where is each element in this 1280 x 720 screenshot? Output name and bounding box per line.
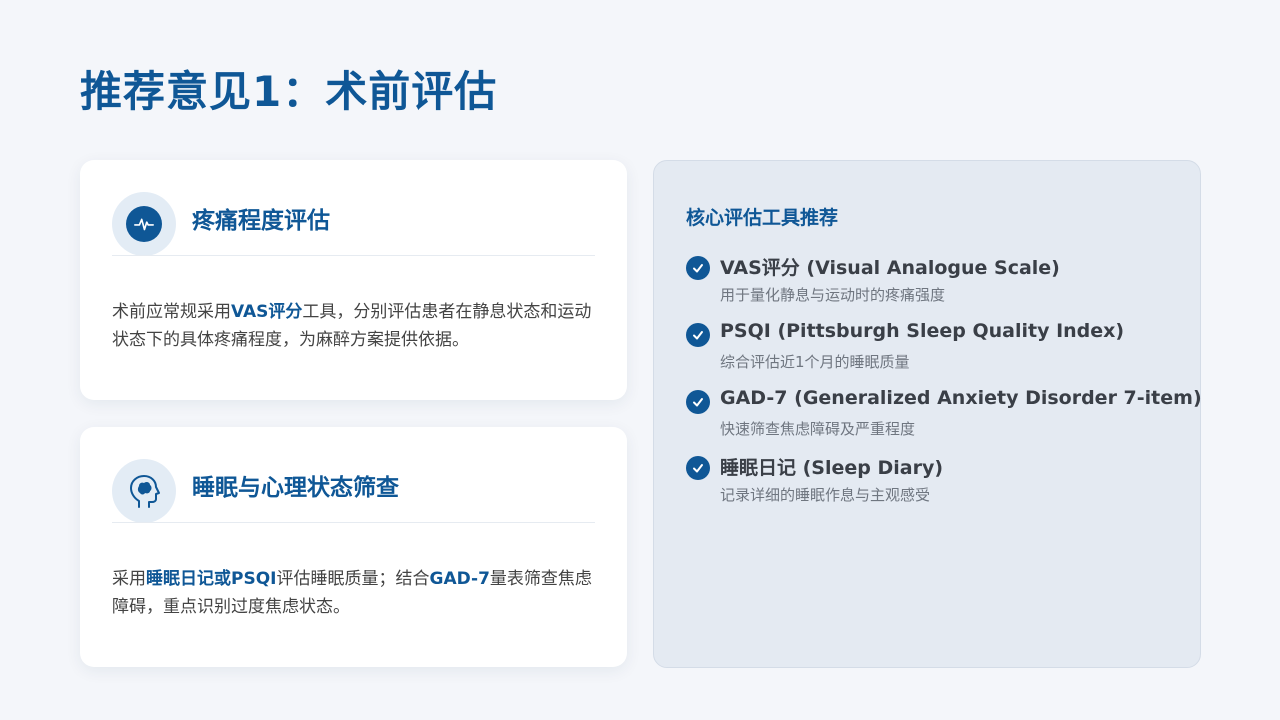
highlight-text: VAS评分 bbox=[231, 302, 303, 322]
card-divider bbox=[112, 522, 595, 523]
tool-desc: 记录详细的睡眠作息与主观感受 bbox=[720, 486, 931, 504]
card-title: 睡眠与心理状态筛查 bbox=[192, 475, 399, 501]
tool-desc: 用于量化静息与运动时的疼痛强度 bbox=[720, 286, 946, 304]
core-tools-panel: 核心评估工具推荐 VAS评分 (Visual Analogue Scale) 用… bbox=[653, 160, 1202, 668]
sleep-psych-screening-card: 睡眠与心理状态筛查 采用睡眠日记或PSQI评估睡眠质量；结合GAD-7量表筛查焦… bbox=[80, 427, 627, 667]
highlight-text: 睡眠日记或PSQI bbox=[146, 569, 277, 589]
pain-assessment-card: 疼痛程度评估 术前应常规采用VAS评分工具，分别评估患者在静息状态和运动状态下的… bbox=[80, 160, 627, 400]
card-title: 疼痛程度评估 bbox=[192, 208, 330, 234]
check-icon bbox=[686, 390, 710, 414]
heartbeat-icon bbox=[112, 192, 176, 256]
panel-title: 核心评估工具推荐 bbox=[686, 207, 839, 229]
check-icon bbox=[686, 456, 710, 480]
tool-name: 睡眠日记 (Sleep Diary) bbox=[720, 457, 944, 479]
highlight-text: GAD-7 bbox=[429, 569, 490, 589]
page-title: 推荐意见1：术前评估 bbox=[80, 67, 498, 116]
card-body: 采用睡眠日记或PSQI评估睡眠质量；结合GAD-7量表筛查焦虑障碍，重点识别过度… bbox=[112, 569, 592, 617]
tool-name: GAD-7 (Generalized Anxiety Disorder 7-it… bbox=[720, 387, 1202, 409]
card-divider bbox=[112, 255, 595, 256]
check-icon bbox=[686, 256, 710, 280]
tool-name: VAS评分 (Visual Analogue Scale) bbox=[720, 257, 1060, 279]
tool-name: PSQI (Pittsburgh Sleep Quality Index) bbox=[720, 320, 1125, 342]
head-brain-icon bbox=[112, 459, 176, 523]
card-body: 术前应常规采用VAS评分工具，分别评估患者在静息状态和运动状态下的具体疼痛程度，… bbox=[112, 302, 592, 350]
tool-desc: 综合评估近1个月的睡眠质量 bbox=[720, 353, 910, 371]
tool-desc: 快速筛查焦虑障碍及严重程度 bbox=[720, 420, 916, 438]
check-icon bbox=[686, 323, 710, 347]
